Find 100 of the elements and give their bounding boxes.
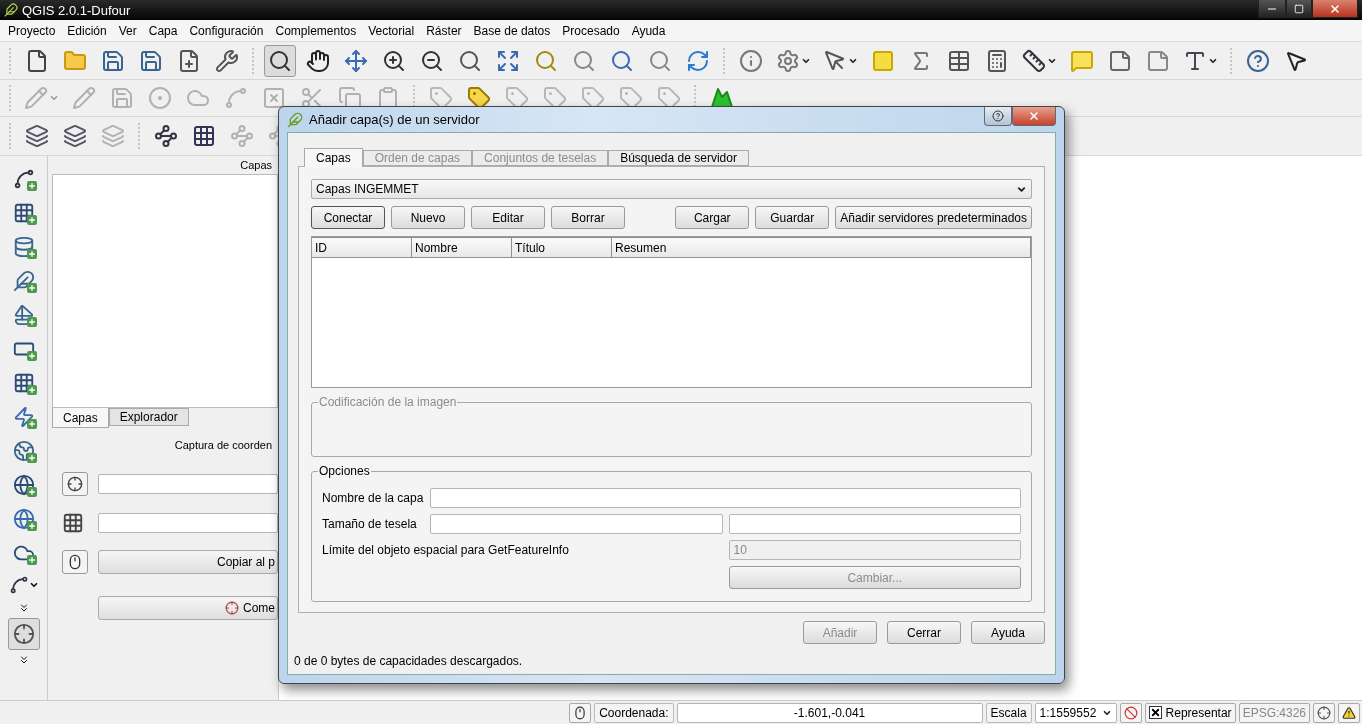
- mouse-icon: [573, 705, 588, 720]
- connection-button[interactable]: Borrar: [551, 206, 625, 229]
- grid-icon: [192, 124, 216, 148]
- hand-icon: [306, 48, 330, 73]
- coordinate-field[interactable]: [98, 474, 278, 494]
- dialog-button[interactable]: Cerrar: [887, 621, 961, 644]
- plus-icon: [26, 555, 37, 565]
- toolbar-button[interactable]: [264, 44, 296, 77]
- table-icon: [947, 48, 971, 73]
- coordinate-field[interactable]: -1.601,-0.041: [676, 702, 983, 723]
- menu-item[interactable]: Ayuda: [625, 23, 672, 38]
- group-title: Codificación de la imagen: [318, 395, 458, 409]
- waypoints-icon: [230, 124, 254, 148]
- menu-item[interactable]: Procesado: [556, 23, 626, 38]
- connection-combo[interactable]: Capas INGEMMET: [311, 179, 1032, 199]
- field-label: Tamaño de tesela: [322, 517, 418, 531]
- menu-item[interactable]: Proyecto: [2, 23, 62, 38]
- plus-icon: [26, 419, 37, 429]
- magnifier-icon: [572, 48, 596, 73]
- mouse-track-button[interactable]: [62, 550, 88, 574]
- close-icon: [1028, 110, 1040, 122]
- database-plus-icon: [12, 236, 35, 258]
- file-button[interactable]: Añadir servidores predeterminados: [835, 206, 1032, 229]
- dialog-button[interactable]: Ayuda: [971, 621, 1045, 644]
- field-label: Límite del objeto espacial para GetFeatureInfo: [322, 543, 570, 557]
- points-icon: [148, 86, 172, 110]
- magnifier-icon: [648, 48, 672, 73]
- calculator-icon: [985, 48, 1009, 73]
- crs-button[interactable]: [62, 472, 88, 496]
- vector-icon: [8, 575, 29, 595]
- magnifier-icon: [268, 48, 292, 73]
- column-header[interactable]: ID: [312, 237, 412, 258]
- layer-name-field[interactable]: [430, 488, 1021, 508]
- minimize-button[interactable]: [1258, 0, 1286, 18]
- projection-button[interactable]: [1313, 702, 1335, 723]
- menu-item[interactable]: Capa: [142, 23, 184, 38]
- connection-button[interactable]: Conectar: [311, 206, 385, 229]
- menu-item[interactable]: Complementos: [269, 23, 363, 38]
- refresh-icon: [686, 48, 710, 73]
- waypoints-icon: [154, 124, 178, 148]
- plus-icon: [26, 249, 37, 259]
- help-icon: [1246, 48, 1270, 73]
- mouse-icon: [67, 554, 83, 570]
- grid-icon: [62, 512, 84, 534]
- close-button[interactable]: [1312, 0, 1358, 18]
- tab[interactable]: Capas: [304, 148, 363, 167]
- coordinate-field[interactable]: [98, 513, 278, 533]
- file-icon: [25, 48, 49, 73]
- save-icon: [101, 48, 125, 73]
- tile-height-field[interactable]: [728, 514, 1021, 534]
- file-button[interactable]: Cargar: [675, 206, 750, 229]
- move-icon: [344, 48, 368, 73]
- capture-tool-button[interactable]: [7, 618, 40, 650]
- menu-item[interactable]: Vectorial: [362, 23, 421, 38]
- layers-icon: [25, 124, 49, 148]
- menu-item[interactable]: Ver: [112, 23, 143, 38]
- ban-icon: [1123, 705, 1138, 720]
- tab[interactable]: Explorador: [108, 408, 189, 426]
- grid-plus-icon: [12, 372, 35, 394]
- close-icon: [1329, 2, 1341, 15]
- square-icon: [871, 48, 895, 73]
- dock-title: Capas: [240, 159, 272, 171]
- file-button[interactable]: Guardar: [755, 206, 830, 229]
- raster-plus-icon: [12, 202, 35, 224]
- menu-item[interactable]: Base de datos: [467, 23, 557, 38]
- pencil-icon: [72, 86, 96, 110]
- column-header[interactable]: Resumen: [612, 237, 1031, 258]
- scale-combo[interactable]: 1:1559552: [1034, 702, 1117, 723]
- status-text: 0 de 0 bytes de capacidades descargados.: [294, 654, 524, 668]
- maximize-icon: [1294, 3, 1304, 14]
- menu-item[interactable]: Configuración: [183, 23, 270, 38]
- start-button[interactable]: Come: [98, 596, 278, 620]
- menu-item[interactable]: Ráster: [420, 23, 468, 38]
- plus-icon: [26, 317, 37, 327]
- column-header[interactable]: Título: [512, 237, 612, 258]
- maximize-button[interactable]: [1286, 0, 1312, 18]
- dialog-title: Añadir capa(s) de un servidor: [309, 112, 480, 127]
- connection-button[interactable]: Nuevo: [391, 206, 465, 229]
- stop-render-button[interactable]: [1119, 702, 1142, 723]
- tab[interactable]: Búsqueda de servidor: [608, 150, 749, 166]
- tile-width-field[interactable]: [430, 514, 723, 534]
- magnifier-icon: [610, 48, 634, 73]
- tab[interactable]: Capas: [52, 408, 109, 428]
- save-icon: [139, 48, 163, 73]
- zoom-out-icon: [420, 48, 444, 73]
- messages-button[interactable]: [1338, 702, 1360, 723]
- globe-plus-icon: [12, 508, 35, 530]
- checkbox[interactable]: [1148, 706, 1162, 719]
- dock-title: Captura de coorden: [174, 439, 272, 451]
- menu-item[interactable]: Edición: [61, 23, 113, 38]
- render-checkbox[interactable]: Representar: [1144, 702, 1236, 723]
- mouse-button[interactable]: [569, 702, 592, 723]
- group-title: Opciones: [318, 464, 371, 478]
- column-header[interactable]: Nombre: [412, 237, 512, 258]
- plus-icon: [26, 215, 37, 225]
- square-x-icon: [262, 86, 286, 110]
- copy-button[interactable]: Copiar al p: [98, 550, 278, 574]
- help-button[interactable]: [984, 107, 1012, 126]
- pointer-icon: [823, 48, 847, 73]
- connection-button[interactable]: Editar: [471, 206, 545, 229]
